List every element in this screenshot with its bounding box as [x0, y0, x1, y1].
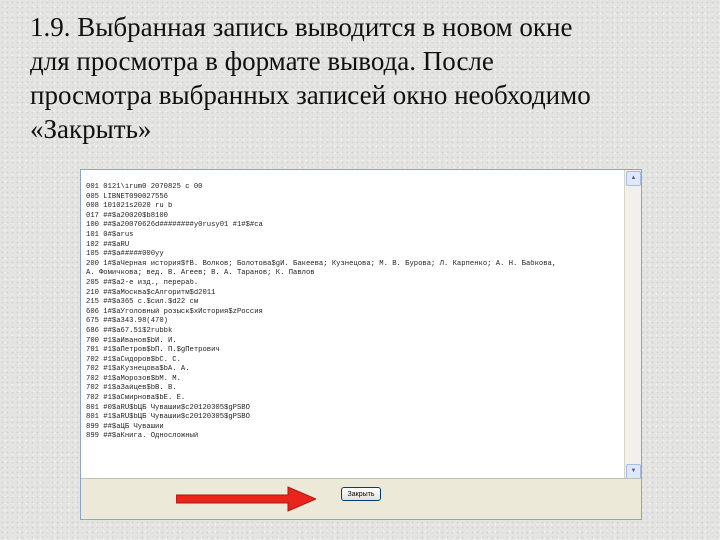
record-line: 899 ##$aКнига. Односложный — [86, 432, 199, 441]
record-line: 701 #1$aПетров$bП. П.$gПетрович — [86, 346, 220, 355]
record-line: 801 #1$aRU$bЦБ Чувашии$c20120305$gPSBO — [86, 413, 250, 422]
record-line: 200 1#$aЧерная история$fВ. Волков; Болот… — [86, 259, 557, 268]
scroll-up-button[interactable]: ▲ — [626, 171, 641, 186]
heading-line: для просмотра в формате вывода. После — [30, 46, 494, 76]
record-line: 702 #1$aМорозов$bМ. М. — [86, 374, 181, 383]
record-line: 702 #1$aСидоров$bС. С. — [86, 355, 181, 364]
record-line: 005 LIBNET090027556 — [86, 192, 168, 201]
heading-line: «Закрыть» — [30, 114, 152, 144]
record-line: 899 ##$aЦБ Чувашии — [86, 422, 164, 431]
heading-line: просмотра выбранных записей окно необход… — [30, 80, 591, 110]
record-line: 700 #1$aИванов$bИ. И. — [86, 336, 177, 345]
scroll-down-button[interactable]: ▼ — [626, 464, 641, 479]
record-line: 801 #0$aRU$bЦБ Чувашии$c20120305$gPSBO — [86, 403, 250, 412]
record-line: 101 0#$arus — [86, 230, 134, 239]
record-line: 105 ##$a#####000yy — [86, 250, 164, 259]
record-line: 702 #1$aЗайцев$bВ. В. — [86, 384, 177, 393]
record-line: 017 ##$a20020$b8100 — [86, 211, 168, 220]
record-line: 102 ##$aRU — [86, 240, 130, 249]
triangle-up-icon: ▲ — [630, 175, 637, 181]
record-line: 205 ##$a2-е изд., перераб. — [86, 278, 199, 287]
heading-line: 1.9. Выбранная запись выводится в новом … — [30, 12, 573, 42]
record-line: 702 #1$aСмирнова$bЕ. Е. — [86, 394, 186, 403]
record-line: 215 ##$a365 с.$cил.$d22 см — [86, 298, 199, 307]
record-line: 702 #1$aКузнецова$bА. А. — [86, 365, 190, 374]
red-arrow-icon — [176, 486, 316, 512]
record-line: 606 1#$aУголовный розыск$xИстория$zРосси… — [86, 307, 263, 316]
triangle-down-icon: ▼ — [630, 468, 637, 474]
vertical-scrollbar[interactable]: ▲ ▼ — [624, 170, 641, 480]
record-line: 686 ##$a67.51$2rubbk — [86, 326, 173, 335]
record-view-window: 001 0121\irum0 2070825 c 00 005 LIBNET09… — [80, 169, 642, 520]
window-footer: Закрыть — [81, 478, 641, 519]
record-line: 100 ##$a20070626d########y0rusy01 #1#$#c… — [86, 221, 263, 230]
close-button[interactable]: Закрыть — [341, 487, 381, 501]
record-line: А. Фомичкова; вед. В. Агеев; В. А. Таран… — [86, 269, 315, 278]
record-line: 675 ##$a343.98(470) — [86, 317, 168, 326]
record-line: 210 ##$aМосква$cАлгоритм$d2011 — [86, 288, 216, 297]
record-content: 001 0121\irum0 2070825 c 00 005 LIBNET09… — [86, 183, 622, 483]
slide-heading: 1.9. Выбранная запись выводится в новом … — [30, 10, 710, 146]
record-line: 001 0121\irum0 2070825 c 00 — [86, 183, 203, 191]
record-line: 008 101021s2020 ru b — [86, 202, 173, 211]
